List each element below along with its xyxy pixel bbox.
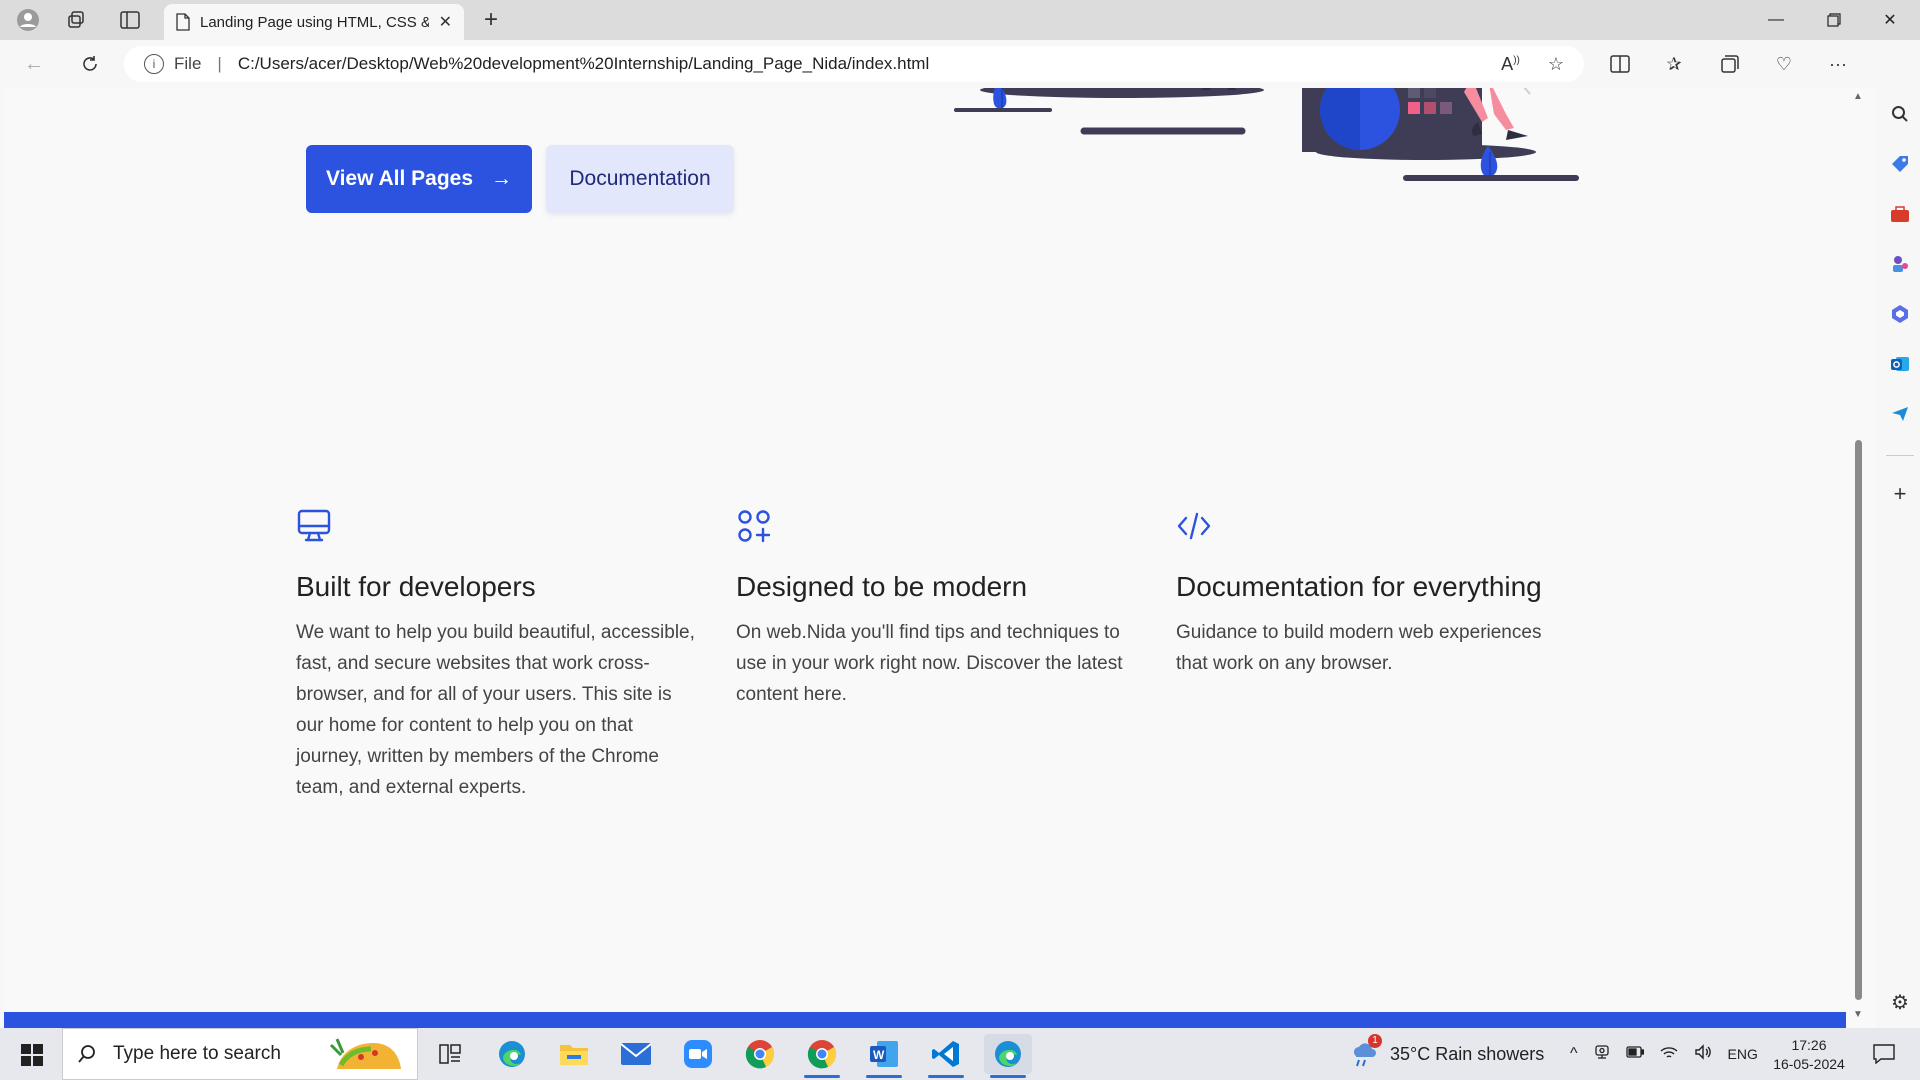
refresh-button[interactable] — [74, 50, 106, 78]
split-screen-icon[interactable] — [1604, 50, 1636, 78]
file-explorer-icon[interactable] — [550, 1034, 598, 1074]
url-text[interactable]: C:/Users/acer/Desktop/Web%20development%… — [238, 54, 1491, 74]
view-all-pages-label: View All Pages — [325, 167, 474, 190]
edge-sidebar: + ⚙ — [1880, 40, 1920, 1028]
mail-icon[interactable] — [612, 1034, 660, 1074]
webcam-icon[interactable] — [1594, 1044, 1610, 1065]
svg-text:W: W — [873, 1048, 885, 1062]
volume-icon[interactable] — [1694, 1043, 1712, 1065]
chrome-profile-icon[interactable] — [798, 1034, 846, 1078]
shopping-tag-icon[interactable] — [1888, 152, 1912, 176]
tools-briefcase-icon[interactable] — [1888, 202, 1912, 226]
profile-icon[interactable] — [12, 6, 44, 34]
feature-modern: Designed to be modern On web.Nida you'll… — [736, 508, 1136, 710]
language-indicator[interactable]: ENG — [1728, 1046, 1758, 1062]
windows-taskbar: Type here to search W 1 35°C Rain shower… — [0, 1028, 1920, 1080]
collections-icon[interactable] — [1714, 50, 1746, 78]
task-view-icon[interactable] — [426, 1034, 474, 1074]
edge-active-icon[interactable] — [984, 1034, 1032, 1078]
address-bar-row: ← i File | C:/Users/acer/Desktop/Web%20d… — [0, 40, 1920, 88]
add-app-icon[interactable]: + — [1888, 481, 1912, 506]
arrow-right-icon: → — [491, 167, 513, 190]
vertical-tabs-icon[interactable] — [114, 6, 146, 34]
sidebar-settings-icon[interactable]: ⚙ — [1888, 990, 1912, 1014]
address-separator: | — [217, 54, 222, 73]
read-aloud-icon[interactable]: A)) — [1501, 54, 1520, 75]
microsoft-365-icon[interactable] — [1888, 302, 1912, 326]
chevron-up-icon[interactable]: ^ — [1570, 1045, 1578, 1063]
hero-illustration — [954, 88, 1579, 181]
outlook-icon[interactable] — [1888, 352, 1912, 376]
taco-illustration-icon — [329, 1038, 401, 1069]
page-icon — [176, 13, 190, 31]
file-label: File — [174, 54, 202, 73]
documentation-button[interactable]: Documentation — [546, 145, 734, 213]
games-icon[interactable] — [1888, 252, 1912, 276]
scroll-down-arrow[interactable]: ▼ — [1852, 1010, 1864, 1020]
close-window-button[interactable]: ✕ — [1862, 0, 1918, 40]
title-bar: Landing Page using HTML, CSS & ✕ + — ✕ — [0, 0, 1920, 40]
feature-text: On web.Nida you'll find tips and techniq… — [736, 622, 1123, 705]
page-scrollbar[interactable]: ▲ ▼ — [1850, 88, 1866, 1026]
windows-start-icon[interactable] — [12, 1040, 52, 1070]
scrollbar-thumb[interactable] — [1855, 440, 1862, 1000]
tab-title: Landing Page using HTML, CSS & — [200, 13, 429, 31]
view-all-pages-button[interactable]: View All Pages → — [306, 145, 532, 213]
address-bar[interactable]: i File | C:/Users/acer/Desktop/Web%20dev… — [124, 46, 1584, 82]
scroll-up-arrow[interactable]: ▲ — [1852, 92, 1864, 102]
feature-text: We want to help you build beautiful, acc… — [296, 622, 695, 798]
search-placeholder: Type here to search — [113, 1043, 281, 1064]
code-icon — [1177, 512, 1211, 540]
browser-tab[interactable]: Landing Page using HTML, CSS & ✕ — [164, 4, 464, 40]
drop-send-icon[interactable] — [1888, 402, 1912, 426]
search-icon — [78, 1045, 95, 1063]
close-tab-icon[interactable]: ✕ — [439, 12, 452, 32]
word-icon[interactable]: W — [860, 1034, 908, 1078]
feature-documentation: Documentation for everything Guidance to… — [1176, 508, 1576, 679]
system-clock[interactable]: 17:26 16-05-2024 — [1764, 1036, 1854, 1074]
feature-title: Built for developers — [296, 571, 536, 602]
clock-date: 16-05-2024 — [1773, 1056, 1845, 1072]
new-tab-button[interactable]: + — [476, 6, 506, 34]
feature-developers: Built for developers We want to help you… — [296, 508, 696, 803]
footer-accent-bar — [4, 1012, 1846, 1028]
sidebar-divider — [1886, 455, 1914, 456]
apps-grid-icon — [738, 510, 771, 543]
zoom-icon[interactable] — [674, 1034, 722, 1074]
chrome-icon[interactable] — [736, 1034, 784, 1074]
feature-title: Documentation for everything — [1176, 571, 1542, 602]
vscode-icon[interactable] — [922, 1034, 970, 1078]
documentation-label: Documentation — [569, 167, 711, 190]
feature-title: Designed to be modern — [736, 571, 1028, 602]
weather-text: 35°C Rain showers — [1390, 1043, 1545, 1064]
more-menu-icon[interactable]: ··· — [1822, 50, 1854, 78]
taskbar-search[interactable]: Type here to search — [62, 1028, 418, 1080]
tray-icons: ^ ENG — [1570, 1028, 1758, 1080]
weather-alert-badge: 1 — [1368, 1034, 1382, 1048]
page-viewport: View All Pages → Documentation Built for… — [4, 88, 1876, 1028]
battery-icon[interactable] — [1625, 1045, 1644, 1063]
wifi-icon[interactable] — [1660, 1044, 1678, 1065]
browser-essentials-icon[interactable]: ♡ — [1768, 50, 1800, 78]
favorites-icon[interactable]: ✰ — [1658, 50, 1690, 78]
monitor-icon — [297, 509, 331, 542]
notification-center-icon[interactable] — [1864, 1028, 1904, 1080]
weather-widget[interactable]: 1 35°C Rain showers — [1350, 1028, 1544, 1080]
minimize-button[interactable]: — — [1748, 0, 1804, 40]
workspaces-icon[interactable] — [60, 6, 92, 34]
restore-button[interactable] — [1806, 0, 1862, 40]
search-icon[interactable] — [1888, 102, 1912, 126]
favorite-star-icon[interactable]: ☆ — [1548, 54, 1564, 75]
back-button[interactable]: ← — [18, 50, 50, 78]
clock-time: 17:26 — [1791, 1037, 1827, 1053]
feature-text: Guidance to build modern web experiences… — [1176, 622, 1542, 674]
info-icon[interactable]: i — [144, 54, 164, 74]
edge-app-icon[interactable] — [488, 1034, 536, 1074]
